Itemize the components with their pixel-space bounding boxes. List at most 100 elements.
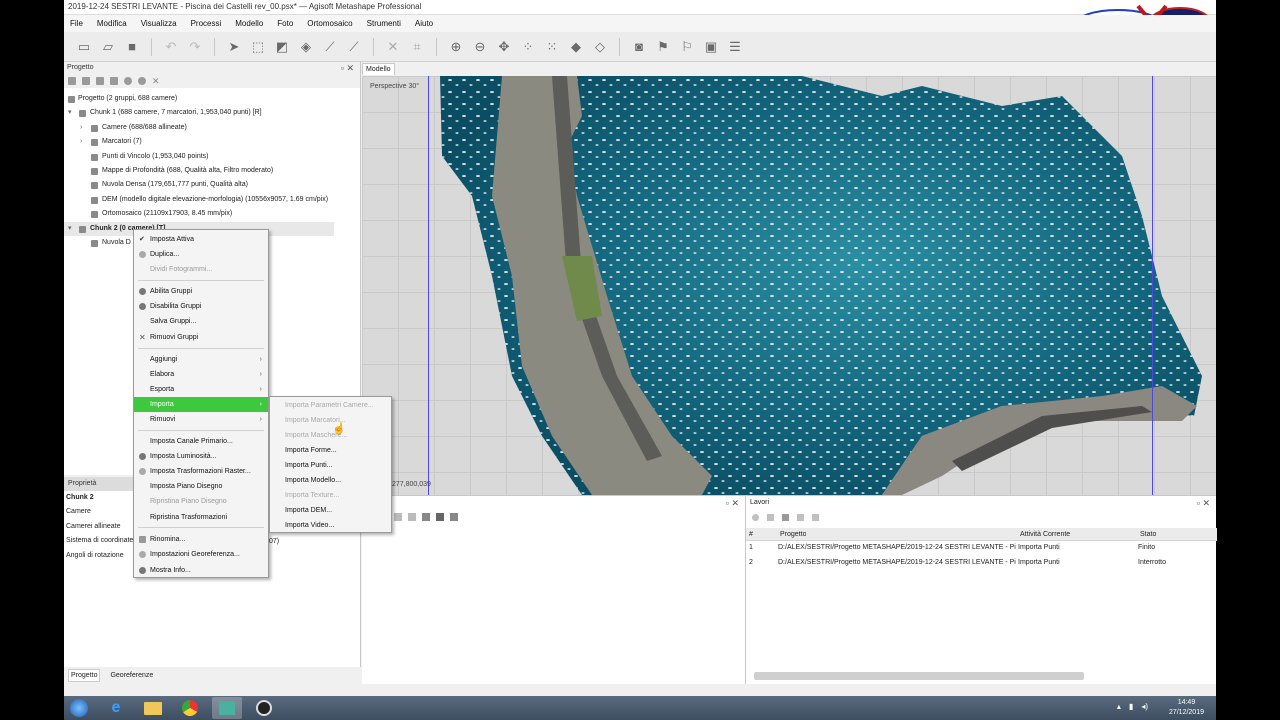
submenu-item-maschere[interactable]: Importa Maschere... xyxy=(270,428,391,443)
col-header[interactable]: Progetto xyxy=(780,528,806,541)
menu-modifica[interactable]: Modifica xyxy=(97,19,127,28)
col-header[interactable]: Attività Corrente xyxy=(1020,528,1070,541)
menu-item-georeferenza[interactable]: Impostazioni Georeferenza... xyxy=(134,547,268,562)
menu-item-abilita-gruppi[interactable]: Abilita Gruppi xyxy=(134,284,268,299)
menu-ortomosaico[interactable]: Ortomosaico xyxy=(307,19,352,28)
panel-float-close-icon[interactable]: ▫ ✕ xyxy=(1197,496,1210,510)
menu-processi[interactable]: Processi xyxy=(191,19,222,28)
submenu-item-modello[interactable]: Importa Modello... xyxy=(270,473,391,488)
submenu-item-dem[interactable]: Importa DEM... xyxy=(270,503,391,518)
menu-modello[interactable]: Modello xyxy=(235,19,263,28)
submenu-item-forme[interactable]: Importa Forme... xyxy=(270,443,391,458)
job-cancel-icon[interactable] xyxy=(767,513,774,521)
tree-item-markers[interactable]: › Marcatori (7) xyxy=(64,135,361,149)
add-folder-icon[interactable] xyxy=(96,77,104,85)
tray-volume-icon[interactable]: ◂) xyxy=(1141,702,1148,711)
menu-item-rimuovi-gruppi[interactable]: ✕ Rimuovi Gruppi xyxy=(134,330,268,345)
menu-item-dividi-fotogrammi[interactable]: Dividi Fotogrammi... xyxy=(134,262,268,277)
menu-item-ripristina-piano[interactable]: Ripristina Piano Disegno xyxy=(134,494,268,509)
mesh-icon[interactable]: ◆ xyxy=(568,39,584,55)
zoom-in-icon[interactable]: ⊕ xyxy=(448,39,464,55)
tab-georeferenze[interactable]: Georeferenze xyxy=(108,670,155,681)
menu-item-rinomina[interactable]: Rinomina... xyxy=(134,532,268,547)
metashape-app-icon[interactable] xyxy=(212,697,242,719)
flag-icon[interactable]: ⚐ xyxy=(679,39,695,55)
console-grid-icon[interactable] xyxy=(450,513,458,521)
menu-item-salva-gruppi[interactable]: Salva Gruppi... xyxy=(134,314,268,329)
submenu-item-punti[interactable]: Importa Punti... xyxy=(270,458,391,473)
menu-item-mostra-info[interactable]: Mostra Info... xyxy=(134,563,268,578)
open-folder-icon[interactable]: ▱ xyxy=(100,39,116,55)
console-copy-icon[interactable] xyxy=(422,513,430,521)
tree-item-project[interactable]: Progetto (2 gruppi, 688 camere) xyxy=(64,92,361,106)
console-save-icon[interactable] xyxy=(394,513,402,521)
menu-aiuto[interactable]: Aiuto xyxy=(415,19,433,28)
remove-icon[interactable]: ✕ xyxy=(152,77,160,86)
col-header[interactable]: Stato xyxy=(1140,528,1156,541)
job-start-icon[interactable] xyxy=(752,513,759,521)
ruler-icon[interactable]: ⟋ xyxy=(322,39,338,55)
disable-icon[interactable] xyxy=(138,77,146,85)
table-row[interactable]: 1 D:/ALEX/SESTRI/Progetto METASHAPE/2019… xyxy=(746,541,1217,556)
expand-arrow-icon[interactable]: ▾ xyxy=(68,106,72,120)
submenu-item-video[interactable]: Importa Video... xyxy=(270,518,391,533)
job-up-icon[interactable] xyxy=(797,513,804,521)
zoom-out-icon[interactable]: ⊖ xyxy=(472,39,488,55)
expand-arrow-icon[interactable]: ▾ xyxy=(68,222,72,236)
undo-icon[interactable]: ↶ xyxy=(163,39,179,55)
start-button-icon[interactable] xyxy=(64,697,94,719)
menu-visualizza[interactable]: Visualizza xyxy=(141,19,177,28)
rectangle-select-icon[interactable]: ⬚ xyxy=(250,39,266,55)
crop-icon[interactable]: ⌗ xyxy=(409,39,425,55)
horizontal-scrollbar[interactable] xyxy=(754,672,1084,680)
tab-modello[interactable]: Modello xyxy=(362,63,395,75)
dense-cloud-icon[interactable]: ⁙ xyxy=(544,39,560,55)
tree-item-dense-cloud[interactable]: Nuvola Densa (179,651,777 punti, Qualità… xyxy=(64,178,361,192)
menu-item-aggiungi[interactable]: Aggiungi › xyxy=(134,352,268,367)
draw-shape-icon[interactable]: ◩ xyxy=(274,39,290,55)
menu-item-ripristina-trasformazioni[interactable]: Ripristina Trasformazioni xyxy=(134,510,268,525)
menu-strumenti[interactable]: Strumenti xyxy=(367,19,401,28)
menu-item-imposta-attiva[interactable]: ✔ Imposta Attiva xyxy=(134,232,268,247)
layers-icon[interactable]: ☰ xyxy=(727,39,743,55)
obs-icon[interactable] xyxy=(249,697,279,719)
panel-float-close-icon[interactable]: ▫ ✕ xyxy=(726,498,739,509)
console-stop-icon[interactable] xyxy=(436,513,444,521)
menu-item-disabilita-gruppi[interactable]: Disabilita Gruppi xyxy=(134,299,268,314)
tree-item-chunk1[interactable]: ▾ Chunk 1 (688 camere, 7 marcatori, 1,95… xyxy=(64,106,361,120)
table-row[interactable]: 2 D:/ALEX/SESTRI/Progetto METASHAPE/2019… xyxy=(746,556,1217,571)
submenu-item-parametri-camere[interactable]: Importa Parametri Camere... xyxy=(270,398,391,413)
submenu-item-texture[interactable]: Importa Texture... xyxy=(270,488,391,503)
menu-foto[interactable]: Foto xyxy=(277,19,293,28)
add-photos-icon[interactable] xyxy=(82,77,90,85)
menu-item-trasformazioni-raster[interactable]: Imposta Trasformazioni Raster... xyxy=(134,464,268,479)
chrome-icon[interactable] xyxy=(175,697,205,719)
polygon-icon[interactable]: ◈ xyxy=(298,39,314,55)
menu-item-importa[interactable]: Importa › xyxy=(134,397,268,412)
submenu-item-marcatori[interactable]: Importa Marcatori... xyxy=(270,413,391,428)
delete-selection-icon[interactable]: ✕ xyxy=(385,39,401,55)
panel-float-close-icon[interactable]: ▫ ✕ xyxy=(341,62,354,74)
menu-item-elabora[interactable]: Elabora › xyxy=(134,367,268,382)
tab-progetto[interactable]: Progetto xyxy=(68,669,101,682)
menu-item-duplica[interactable]: Duplica... xyxy=(134,247,268,262)
tree-item-depth-maps[interactable]: Mappe di Profondità (688, Qualità alta, … xyxy=(64,164,361,178)
menu-item-imposta-piano[interactable]: Imposta Piano Disegno xyxy=(134,479,268,494)
taskbar-clock[interactable]: 14:49 27/12/2019 xyxy=(1169,698,1204,718)
menu-item-esporta[interactable]: Esporta › xyxy=(134,382,268,397)
job-delete-icon[interactable] xyxy=(782,513,789,521)
tree-item-orthomosaic[interactable]: Ortomosaico (21109x17903, 8.45 mm/pix) xyxy=(64,207,361,221)
model-viewport[interactable]: Perspective 30° 277,800,039 Y X xyxy=(362,76,1216,495)
col-header[interactable]: # xyxy=(749,528,753,541)
tray-arrow-icon[interactable]: ▴ xyxy=(1117,702,1121,711)
add-chunk-icon[interactable] xyxy=(68,77,76,85)
image-icon[interactable]: ▣ xyxy=(703,39,719,55)
point-cloud-icon[interactable]: ⁘ xyxy=(520,39,536,55)
tree-item-cameras[interactable]: › Camere (688/688 allineate) xyxy=(64,121,361,135)
marker-icon[interactable]: ⚑ xyxy=(655,39,671,55)
tree-item-dem[interactable]: DEM (modello digitale elevazione-morfolo… xyxy=(64,193,361,207)
reset-view-icon[interactable]: ✥ xyxy=(496,39,512,55)
texture-icon[interactable]: ◇ xyxy=(592,39,608,55)
new-file-icon[interactable]: ▭ xyxy=(76,39,92,55)
save-icon[interactable]: ■ xyxy=(124,39,140,55)
